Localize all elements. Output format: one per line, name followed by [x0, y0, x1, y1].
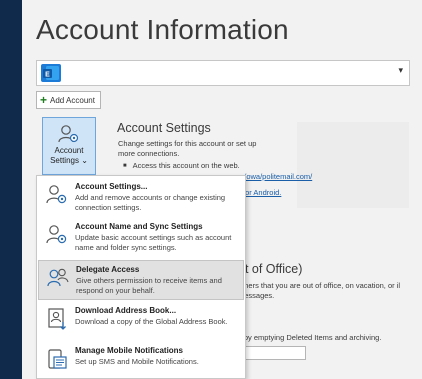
- add-account-button[interactable]: + Add Account: [36, 91, 101, 109]
- chevron-down-icon[interactable]: ▾: [398, 65, 403, 76]
- account-settings-menu: Account Settings... Add and remove accou…: [36, 175, 246, 379]
- chevron-down-icon: ⌄: [81, 156, 88, 165]
- account-gear-icon: [58, 125, 79, 143]
- account-settings-label-1: Account: [54, 146, 84, 155]
- address-book-icon: [48, 308, 66, 330]
- svg-text:E: E: [45, 71, 50, 78]
- menu-item-mobile-notifications[interactable]: Manage Mobile Notifications Set up SMS a…: [38, 342, 244, 379]
- mobile-notifications-icon: [48, 349, 67, 369]
- owa-link[interactable]: m/owa/politemail.com/: [238, 172, 312, 181]
- menu-item-description: Download a copy of the Global Address Bo…: [75, 317, 228, 326]
- account-selector-dropdown[interactable]: E ▾: [36, 60, 410, 86]
- menu-item-title: Account Name and Sync Settings: [75, 222, 203, 231]
- automatic-replies-description: others that you are out of office, on va…: [238, 281, 401, 300]
- web-access-bullet: ■ Access this account on the web.: [123, 161, 240, 170]
- menu-item-title: Account Settings...: [75, 182, 148, 191]
- account-settings-icon: [46, 185, 67, 204]
- account-settings-description: Change settings for this account or set …: [118, 139, 257, 158]
- menu-item-account-settings[interactable]: Account Settings... Add and remove accou…: [38, 178, 244, 218]
- account-settings-label-2: Settings ⌄: [50, 156, 88, 165]
- profile-image-placeholder: [297, 122, 409, 208]
- add-account-label: Add Account: [50, 95, 95, 105]
- menu-item-title: Download Address Book...: [75, 306, 177, 315]
- account-settings-button[interactable]: Account Settings ⌄: [42, 117, 96, 175]
- menu-item-description: Update basic account settings such as ac…: [75, 233, 232, 252]
- menu-item-account-name-sync[interactable]: Account Name and Sync Settings Update ba…: [38, 218, 244, 258]
- menu-item-download-address-book[interactable]: Download Address Book... Download a copy…: [38, 302, 244, 342]
- menu-item-description: Give others permission to receive items …: [76, 276, 222, 295]
- exchange-icon: E: [41, 64, 61, 82]
- menu-item-description: Add and remove accounts or change existi…: [75, 193, 226, 212]
- page-title: Account Information: [36, 14, 289, 45]
- mailbox-cleanup-description: x by emptying Deleted Items and archivin…: [238, 333, 382, 342]
- mailbox-size-field: [238, 346, 306, 360]
- account-settings-heading: Account Settings: [117, 121, 211, 135]
- automatic-replies-heading: ut of Office): [238, 262, 303, 276]
- delegate-access-icon: [47, 268, 69, 287]
- account-sync-icon: [46, 225, 67, 244]
- plus-icon: +: [40, 93, 48, 107]
- menu-item-title: Delegate Access: [76, 265, 140, 274]
- menu-item-delegate-access[interactable]: Delegate Access Give others permission t…: [38, 260, 244, 300]
- menu-item-title: Manage Mobile Notifications: [75, 346, 184, 355]
- menu-item-description: Set up SMS and Mobile Notifications.: [75, 357, 199, 366]
- account-info-panel: Account Information E ▾ + Add Account Ac…: [22, 0, 422, 379]
